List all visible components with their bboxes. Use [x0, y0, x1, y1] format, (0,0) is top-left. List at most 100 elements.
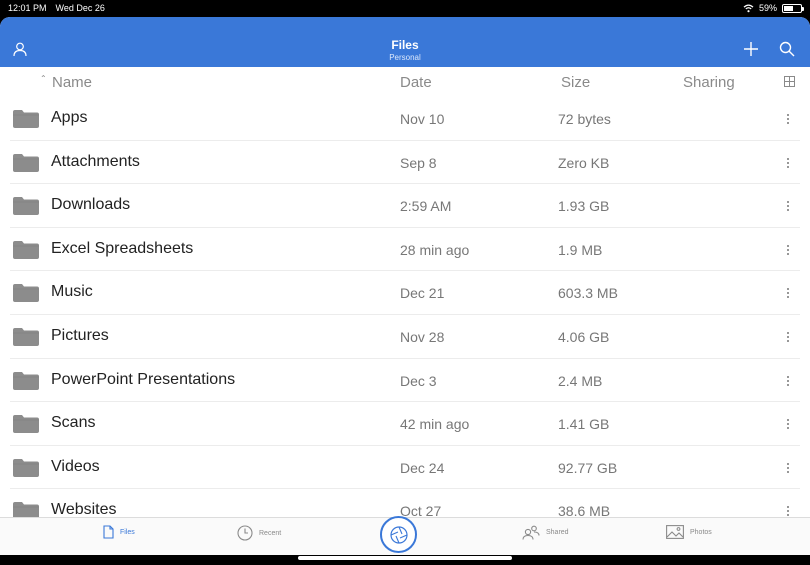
- folder-icon: [13, 197, 39, 216]
- dot: [787, 209, 789, 212]
- dot: [787, 336, 789, 338]
- status-date: Wed Dec 26: [55, 3, 105, 13]
- file-icon: [103, 525, 114, 539]
- people-icon: [522, 525, 540, 540]
- more-options-button[interactable]: [782, 196, 794, 216]
- dot: [787, 375, 789, 378]
- more-options-button[interactable]: [782, 414, 794, 434]
- folder-size: 4.06 GB: [558, 329, 610, 345]
- tab-bar: Files Recent Shared Photos: [0, 516, 810, 555]
- folder-icon: [13, 371, 39, 390]
- dot: [787, 383, 789, 386]
- list-item[interactable]: Music Dec 21 603.3 MB: [0, 271, 810, 315]
- folder-size: 1.41 GB: [558, 416, 610, 433]
- list-item[interactable]: Videos Dec 24 92.77 GB: [0, 446, 810, 490]
- folder-name: Downloads: [51, 196, 131, 214]
- folder-name: Attachments: [51, 152, 140, 170]
- dot: [787, 340, 789, 342]
- tab-recent[interactable]: Recent: [237, 525, 281, 541]
- dot: [787, 244, 789, 247]
- folder-size: 1.9 MB: [558, 241, 603, 258]
- camera-scan-button[interactable]: [380, 516, 417, 553]
- tab-photos-label: Photos: [690, 528, 712, 536]
- more-options-button[interactable]: [782, 153, 794, 173]
- dot: [787, 296, 789, 299]
- column-size[interactable]: Size: [561, 74, 590, 91]
- list-item[interactable]: Attachments Sep 8 Zero KB: [0, 141, 810, 185]
- status-bar: 12:01 PM Wed Dec 26 59%: [0, 0, 810, 17]
- dot: [787, 161, 789, 164]
- dot: [787, 201, 789, 204]
- tab-recent-label: Recent: [259, 529, 282, 537]
- tab-shared[interactable]: Shared: [522, 525, 569, 540]
- folder-name: Apps: [51, 109, 88, 126]
- folder-size: 92.77 GB: [558, 459, 618, 476]
- dot: [787, 157, 789, 160]
- more-options-button[interactable]: [782, 458, 794, 478]
- home-indicator: [298, 556, 512, 560]
- folder-date: Dec 3: [400, 372, 437, 389]
- folder-date: 28 min ago: [400, 241, 470, 258]
- search-button[interactable]: [777, 39, 797, 59]
- list-item[interactable]: Excel Spreadsheets 28 min ago 1.9 MB: [0, 228, 810, 272]
- dot: [787, 462, 789, 465]
- folder-icon: [13, 153, 39, 172]
- sort-ascending-icon: ⌃: [40, 74, 47, 83]
- folder-icon: [13, 284, 39, 303]
- tab-files[interactable]: Files: [103, 525, 135, 539]
- folder-size: 72 bytes: [558, 111, 611, 127]
- dot: [787, 419, 789, 422]
- column-name[interactable]: Name: [52, 74, 92, 91]
- folder-date: Sep 8: [400, 154, 437, 171]
- folder-date: Nov 28: [400, 329, 445, 345]
- dot: [787, 506, 789, 509]
- folder-name: PowerPoint Presentations: [51, 370, 236, 388]
- folder-name: Music: [51, 283, 93, 301]
- battery-level: [784, 5, 794, 11]
- folder-icon: [13, 110, 39, 128]
- grid-view-icon[interactable]: [784, 76, 795, 87]
- column-date[interactable]: Date: [400, 74, 432, 91]
- list-item[interactable]: Apps Nov 10 72 bytes: [0, 97, 810, 141]
- folder-icon: [13, 240, 39, 259]
- plus-icon: [744, 42, 758, 56]
- more-options-button[interactable]: [782, 240, 794, 260]
- column-sharing[interactable]: Sharing: [683, 74, 735, 91]
- folder-size: Zero KB: [558, 154, 610, 171]
- nav-header: Files Personal: [0, 17, 810, 67]
- folder-date: Nov 10: [400, 111, 445, 127]
- folder-date: 42 min ago: [400, 416, 470, 433]
- dot: [787, 252, 789, 255]
- list-item[interactable]: Downloads 2:59 AM 1.93 GB: [0, 184, 810, 228]
- photo-icon: [666, 525, 684, 539]
- more-options-button[interactable]: [782, 109, 794, 129]
- dot: [787, 248, 789, 251]
- more-options-button[interactable]: [782, 327, 794, 347]
- folder-icon: [13, 458, 39, 477]
- dot: [787, 510, 789, 513]
- folder-date: Dec 21: [400, 285, 445, 302]
- dot: [787, 165, 789, 168]
- dot: [787, 423, 789, 426]
- folder-name: Pictures: [51, 327, 109, 344]
- more-options-button[interactable]: [782, 371, 794, 391]
- list-item[interactable]: Pictures Nov 28 4.06 GB: [0, 315, 810, 359]
- list-item[interactable]: PowerPoint Presentations Dec 3 2.4 MB: [0, 359, 810, 403]
- folder-size: 1.93 GB: [558, 198, 610, 215]
- dot: [787, 332, 789, 334]
- folder-name: Scans: [51, 414, 96, 432]
- column-header: ⌃ Name Date Size Sharing: [0, 67, 810, 97]
- dot: [787, 118, 789, 120]
- status-time: 12:01 PM: [8, 3, 47, 13]
- dot: [787, 288, 789, 291]
- folder-icon: [13, 328, 39, 346]
- more-options-button[interactable]: [782, 283, 794, 303]
- dot: [787, 427, 789, 430]
- folder-date: 2:59 AM: [400, 198, 452, 215]
- tab-photos[interactable]: Photos: [666, 525, 712, 539]
- list-item[interactable]: Scans 42 min ago 1.41 GB: [0, 402, 810, 446]
- dot: [787, 114, 789, 116]
- battery-icon: [782, 3, 804, 13]
- folder-name: Excel Spreadsheets: [51, 239, 194, 257]
- add-button[interactable]: [741, 39, 761, 59]
